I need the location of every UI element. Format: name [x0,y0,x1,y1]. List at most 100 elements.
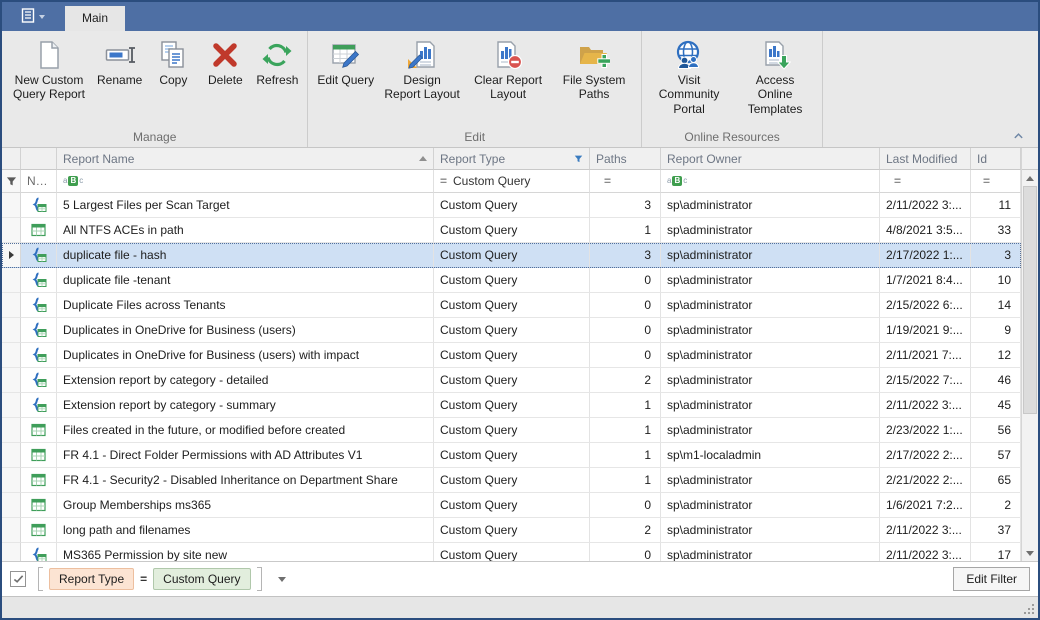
filter-funnel-icon [6,176,17,187]
equals-operator-icon[interactable]: = [440,174,446,188]
report-row[interactable]: long path and filenamesCustom Query2sp\a… [2,518,1021,543]
cell-paths: 0 [590,543,661,561]
report-row[interactable]: All NTFS ACEs in pathCustom Query1sp\adm… [2,218,1021,243]
report-row[interactable]: duplicate file -tenantCustom Query0sp\ad… [2,268,1021,293]
custom-query-report-icon [21,543,57,561]
resize-grip[interactable] [1032,612,1034,614]
custom-query-report-icon [21,268,57,293]
delete-button[interactable]: Delete [199,33,251,90]
report-row[interactable]: Duplicates in OneDrive for Business (use… [2,343,1021,368]
scrollbar-track[interactable] [1022,414,1038,545]
header-paths[interactable]: Paths [590,148,661,170]
cell-id: 37 [971,518,1021,543]
report-row[interactable]: Extension report by category - detailedC… [2,368,1021,393]
header-report-type[interactable]: Report Type [434,148,590,170]
design-report-layout-button[interactable]: Design Report Layout [379,33,465,105]
scrollbar-down-button[interactable] [1022,545,1038,561]
equals-operator-icon[interactable]: = [894,174,900,188]
report-row[interactable]: 5 Largest Files per Scan TargetCustom Qu… [2,193,1021,218]
header-report-name[interactable]: Report Name [57,148,434,170]
ribbon-button-label: Edit Query [317,73,374,87]
scrollbar-up-button[interactable] [1022,170,1038,186]
active-filter-icon[interactable] [574,154,583,164]
filter-value-chip[interactable]: Custom Query [153,568,250,590]
filter-id[interactable]: = [971,170,1021,193]
row-indicator [2,468,21,493]
report-row[interactable]: MS365 Permission by site newCustom Query… [2,543,1021,561]
bracket-close [257,567,262,591]
rename-button[interactable]: Rename [92,33,147,90]
visit-community-portal-button[interactable]: Visit Community Portal [646,33,732,119]
report-row[interactable]: duplicate file - hashCustom Query3sp\adm… [2,243,1021,268]
copy-button[interactable]: Copy [147,33,199,90]
bracket-open [38,567,43,591]
report-row[interactable]: Files created in the future, or modified… [2,418,1021,443]
cell-paths: 1 [590,218,661,243]
column-label: Id [977,152,987,166]
report-row[interactable]: Duplicates in OneDrive for Business (use… [2,318,1021,343]
table-report-icon [21,518,57,543]
app-menu-button[interactable] [14,2,51,31]
cell-paths: 2 [590,368,661,393]
cell-id: 12 [971,343,1021,368]
ribbon: New Custom Query Report Rename Copy [2,31,1038,148]
chevron-up-icon [1013,132,1024,140]
header-indicator [2,148,21,170]
ribbon-collapse-button[interactable] [1010,129,1026,143]
edit-query-button[interactable]: Edit Query [312,33,379,90]
cell-report-type: Custom Query [434,243,590,268]
row-indicator [2,443,21,468]
cell-report-name: Files created in the future, or modified… [57,418,434,443]
table-report-icon [21,468,57,493]
sort-ascending-icon [419,156,427,161]
header-report-owner[interactable]: Report Owner [661,148,880,170]
clear-report-layout-button[interactable]: Clear Report Layout [465,33,551,105]
cell-report-type: Custom Query [434,418,590,443]
ribbon-button-label: Delete [208,73,243,87]
refresh-button[interactable]: Refresh [251,33,303,90]
filter-panel: Report Type = Custom Query Edit Filter [2,561,1038,596]
ribbon-button-label: Visit Community Portal [651,73,727,116]
filter-dropdown-caret[interactable] [278,577,286,582]
filter-enabled-checkbox[interactable] [10,571,26,587]
row-indicator [2,318,21,343]
access-online-templates-button[interactable]: Access Online Templates [732,33,818,119]
ribbon-button-label: File System Paths [556,73,632,102]
filter-icon-column[interactable]: No i... [21,170,57,193]
file-system-paths-button[interactable]: File System Paths [551,33,637,105]
filter-report-name[interactable]: aBc [57,170,434,193]
vertical-scrollbar[interactable] [1021,148,1038,561]
checkmark-icon [13,574,24,584]
cell-id: 11 [971,193,1021,218]
filter-expression: Report Type = Custom Query [38,567,262,591]
report-row[interactable]: Extension report by category - summaryCu… [2,393,1021,418]
report-row[interactable]: Group Memberships ms365Custom Query0sp\a… [2,493,1021,518]
equals-operator-icon[interactable]: = [983,174,989,188]
filter-report-type[interactable]: = Custom Query [434,170,590,193]
filter-field-chip[interactable]: Report Type [49,568,134,590]
filter-last-modified[interactable]: = [880,170,971,193]
online-templates-icon [759,36,791,73]
new-custom-query-report-button[interactable]: New Custom Query Report [6,33,92,105]
filter-operator[interactable]: = [140,572,147,586]
cell-report-name: duplicate file - hash [57,243,434,268]
equals-operator-icon[interactable]: = [604,174,610,188]
tab-main[interactable]: Main [65,6,125,31]
cell-report-name: FR 4.1 - Direct Folder Permissions with … [57,443,434,468]
header-id[interactable]: Id [971,148,1021,170]
cell-last-modified: 4/8/2021 3:5... [880,218,971,243]
report-row[interactable]: Duplicate Files across TenantsCustom Que… [2,293,1021,318]
auto-filter-row: No i... aBc = Custom Query = aBc = = [2,170,1021,193]
cell-paths: 3 [590,193,661,218]
scrollbar-thumb[interactable] [1023,186,1037,414]
report-row[interactable]: FR 4.1 - Direct Folder Permissions with … [2,443,1021,468]
ribbon-group-caption: Online Resources [646,129,818,147]
filter-report-owner[interactable]: aBc [661,170,880,193]
filter-paths[interactable]: = [590,170,661,193]
edit-filter-button[interactable]: Edit Filter [953,567,1030,591]
cell-report-owner: sp\administrator [661,268,880,293]
header-last-modified[interactable]: Last Modified [880,148,971,170]
table-report-icon [21,443,57,468]
cell-paths: 0 [590,493,661,518]
report-row[interactable]: FR 4.1 - Security2 - Disabled Inheritanc… [2,468,1021,493]
